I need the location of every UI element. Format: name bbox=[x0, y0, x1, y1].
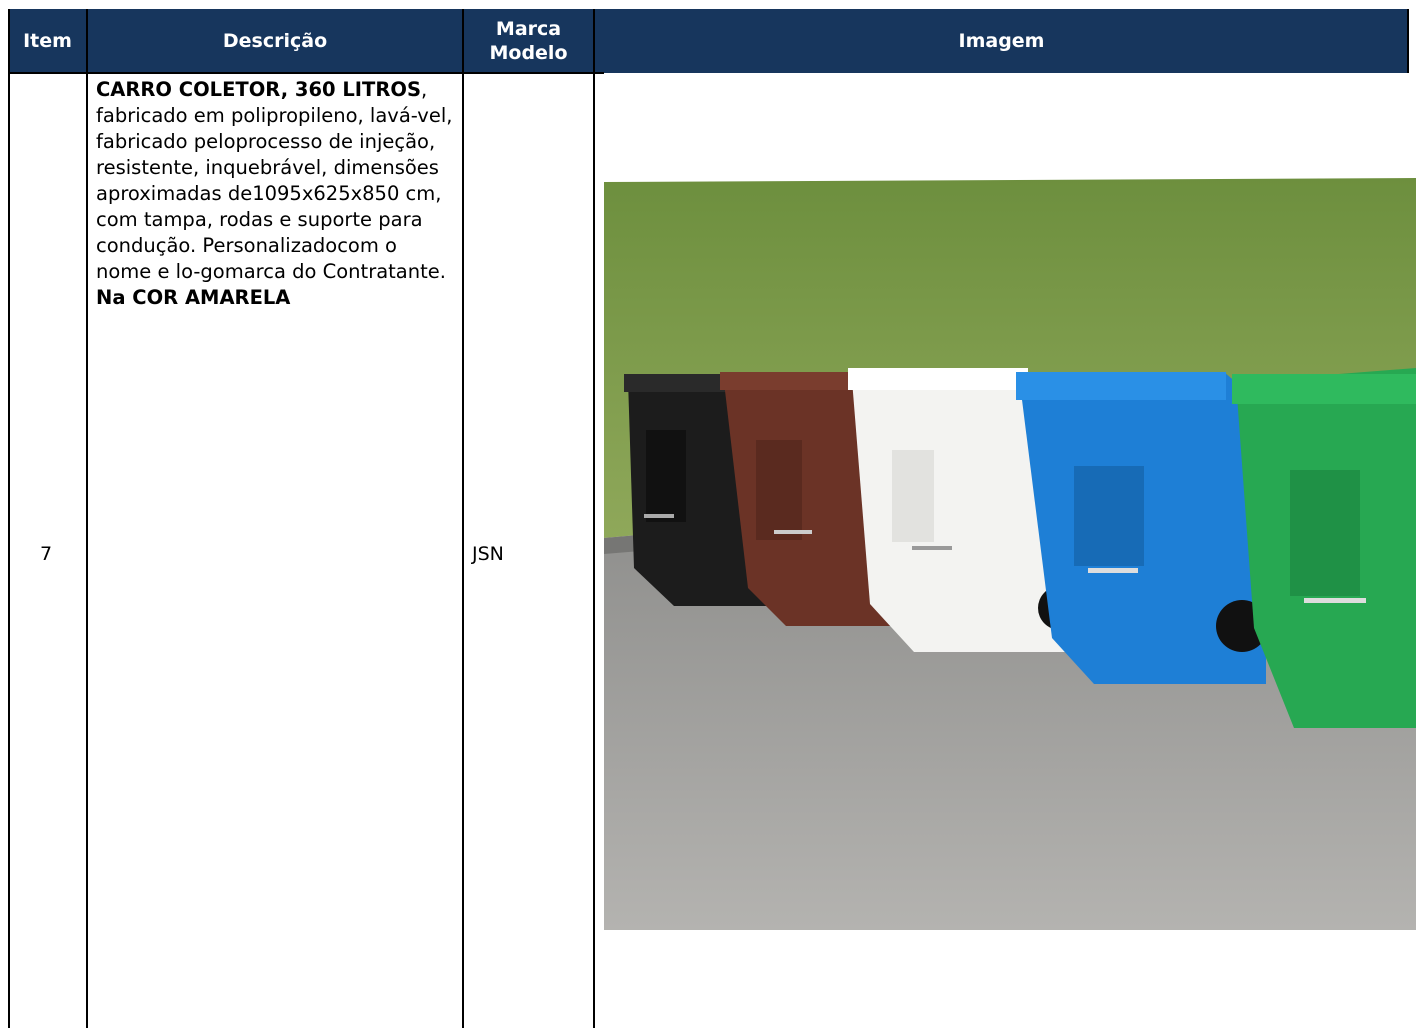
border-marca-imagem bbox=[593, 9, 595, 1028]
blue-bin bbox=[1016, 372, 1268, 684]
border-right bbox=[1407, 9, 1409, 73]
item-number: 7 bbox=[40, 543, 53, 565]
border-item-desc bbox=[86, 9, 88, 1028]
description-color: Na COR AMARELA bbox=[96, 286, 291, 309]
header-modelo: Modelo bbox=[489, 42, 568, 64]
header-imagem: Imagem bbox=[595, 9, 1408, 73]
description-title: CARRO COLETOR, 360 LITROS bbox=[96, 78, 421, 101]
product-photo bbox=[604, 168, 1416, 930]
border-left bbox=[8, 9, 10, 1028]
header-descricao: Descrição bbox=[88, 9, 462, 73]
marca-value: JSN bbox=[472, 543, 504, 565]
description-comma: , bbox=[421, 78, 428, 101]
header-marca: Marca bbox=[495, 18, 562, 40]
description-body: fabricado em polipropileno, lavá-vel, fa… bbox=[96, 104, 453, 283]
item-description: CARRO COLETOR, 360 LITROS, fabricado em … bbox=[96, 77, 458, 311]
border-desc-marca bbox=[462, 9, 464, 1028]
header-item: Item bbox=[9, 9, 86, 73]
header-marca-modelo: Marca Modelo bbox=[464, 9, 593, 73]
header-bottom-border bbox=[8, 72, 604, 74]
